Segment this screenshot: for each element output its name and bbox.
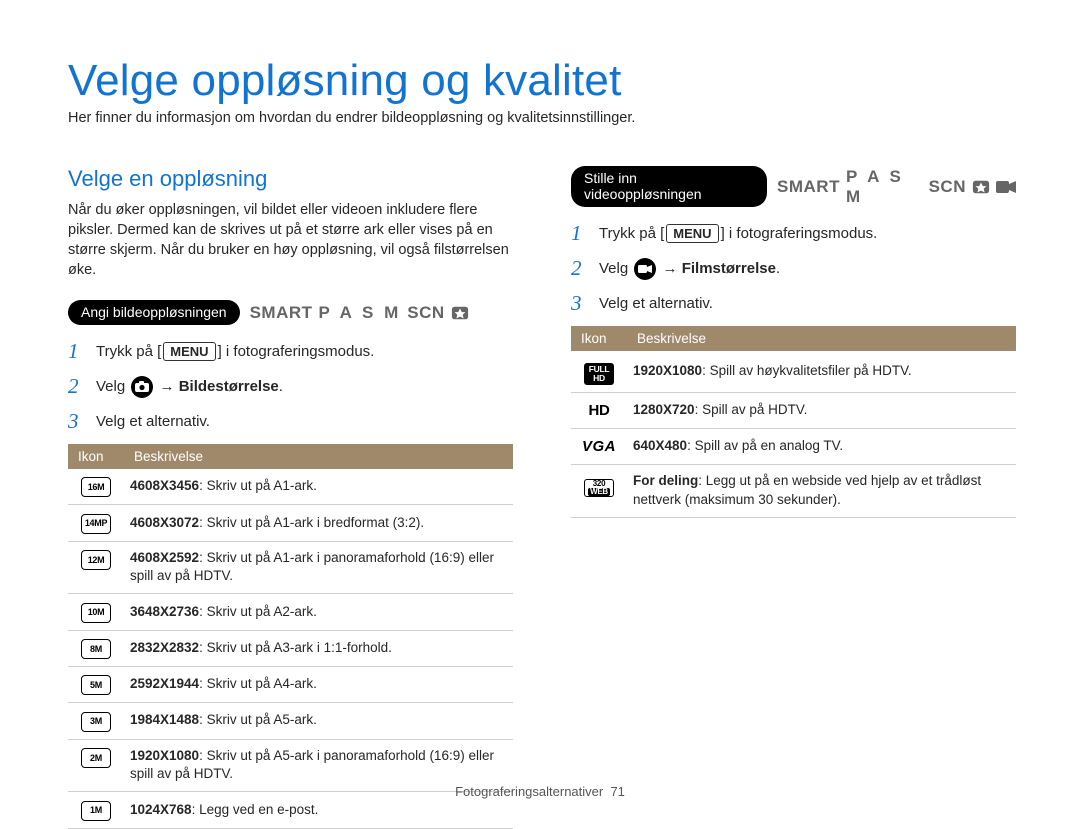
res-badge-icon: 14MP bbox=[81, 514, 111, 534]
right-column: Stille inn videooppløsningen SMART P A S… bbox=[571, 166, 1016, 829]
table-row: 16M 4608X3456: Skriv ut på A1-ark. bbox=[68, 469, 513, 505]
res-badge-icon: 3M bbox=[81, 712, 111, 732]
table-row: 3M 1984X1488: Skriv ut på A5-ark. bbox=[68, 703, 513, 739]
res-badge-icon: 1M bbox=[81, 801, 111, 821]
subsection-title: Velge en oppløsning bbox=[68, 166, 513, 192]
th-desc: Beskrivelse bbox=[627, 326, 1016, 351]
mode-video-icon bbox=[996, 180, 1016, 194]
page-intro: Her finner du informasjon om hvordan du … bbox=[68, 110, 1020, 126]
pill-image-resolution: Angi bildeoppløsningen bbox=[68, 300, 240, 325]
page-footer: Fotograferingsalternativer 71 bbox=[0, 784, 1080, 799]
th-desc: Beskrivelse bbox=[124, 444, 513, 469]
mode-smart: SMART bbox=[777, 177, 840, 197]
table-row: 12M 4608X2592: Skriv ut på A1-ark i pano… bbox=[68, 541, 513, 594]
step-text: Velg → Bildestørrelse. bbox=[96, 376, 283, 398]
menu-button-badge: MENU bbox=[666, 224, 718, 243]
mode-magic-icon bbox=[451, 304, 469, 322]
table-row: FULLHD 1920X1080: Spill av høykvalitetsf… bbox=[571, 351, 1016, 392]
step-number: 2 bbox=[571, 256, 589, 281]
menu-button-badge: MENU bbox=[163, 342, 215, 361]
res-badge-icon: 10M bbox=[81, 603, 111, 623]
res-badge-icon: 5M bbox=[81, 675, 111, 695]
pill-video-resolution: Stille inn videooppløsningen bbox=[571, 166, 767, 207]
hd-badge-icon: HD bbox=[584, 401, 614, 421]
video-resolution-table: Ikon Beskrivelse FULLHD 1920X1080: Spill… bbox=[571, 326, 1016, 518]
step-number: 1 bbox=[571, 221, 589, 246]
table-row: 320WEB For deling: Legg ut på en webside… bbox=[571, 465, 1016, 518]
mode-pasm: P A S M bbox=[846, 167, 923, 207]
subsection-intro: Når du øker oppløsningen, vil bildet ell… bbox=[68, 200, 513, 280]
mode-badges: SMART P A S M SCN bbox=[250, 303, 469, 323]
step-text: Velg → Filmstørrelse. bbox=[599, 258, 780, 280]
mode-scn: SCN bbox=[407, 303, 444, 323]
camera-icon bbox=[131, 376, 153, 398]
step-text: Velg et alternativ. bbox=[96, 413, 210, 430]
steps-list: 1 Trykk på [MENU] i fotograferingsmodus.… bbox=[68, 339, 513, 434]
table-row: 14MP 4608X3072: Skriv ut på A1-ark i bre… bbox=[68, 505, 513, 541]
step-number: 2 bbox=[68, 374, 86, 399]
step-text: Velg et alternativ. bbox=[599, 295, 713, 312]
steps-list: 1 Trykk på [MENU] i fotograferingsmodus.… bbox=[571, 221, 1016, 316]
image-resolution-table: Ikon Beskrivelse 16M 4608X3456: Skriv ut… bbox=[68, 444, 513, 829]
th-icon: Ikon bbox=[571, 326, 627, 351]
step-number: 1 bbox=[68, 339, 86, 364]
web-badge-icon: 320WEB bbox=[584, 479, 614, 497]
res-badge-icon: 8M bbox=[81, 639, 111, 659]
step-text: Trykk på [MENU] i fotograferingsmodus. bbox=[96, 342, 374, 361]
vga-badge-icon: VGA bbox=[579, 437, 619, 457]
page-title: Velge oppløsning og kvalitet bbox=[68, 56, 1020, 106]
table-row: VGA 640X480: Spill av på en analog TV. bbox=[571, 428, 1016, 464]
res-badge-icon: 12M bbox=[81, 550, 111, 570]
table-row: 10M 3648X2736: Skriv ut på A2-ark. bbox=[68, 594, 513, 630]
left-column: Velge en oppløsning Når du øker oppløsni… bbox=[68, 166, 513, 829]
mode-smart: SMART bbox=[250, 303, 313, 323]
table-row: 8M 2832X2832: Skriv ut på A3-ark i 1:1-f… bbox=[68, 630, 513, 666]
res-badge-icon: 2M bbox=[81, 748, 111, 768]
table-row: 5M 2592X1944: Skriv ut på A4-ark. bbox=[68, 666, 513, 702]
step-text: Trykk på [MENU] i fotograferingsmodus. bbox=[599, 224, 877, 243]
mode-scn: SCN bbox=[929, 177, 966, 197]
th-icon: Ikon bbox=[68, 444, 124, 469]
step-number: 3 bbox=[68, 409, 86, 434]
fullhd-badge-icon: FULLHD bbox=[584, 363, 614, 385]
table-row: HD 1280X720: Spill av på HDTV. bbox=[571, 392, 1016, 428]
step-number: 3 bbox=[571, 291, 589, 316]
mode-badges: SMART P A S M SCN bbox=[777, 167, 1016, 207]
mode-magic-icon bbox=[972, 178, 990, 196]
res-badge-icon: 16M bbox=[81, 477, 111, 497]
video-icon bbox=[634, 258, 656, 280]
mode-pasm: P A S M bbox=[319, 303, 402, 323]
